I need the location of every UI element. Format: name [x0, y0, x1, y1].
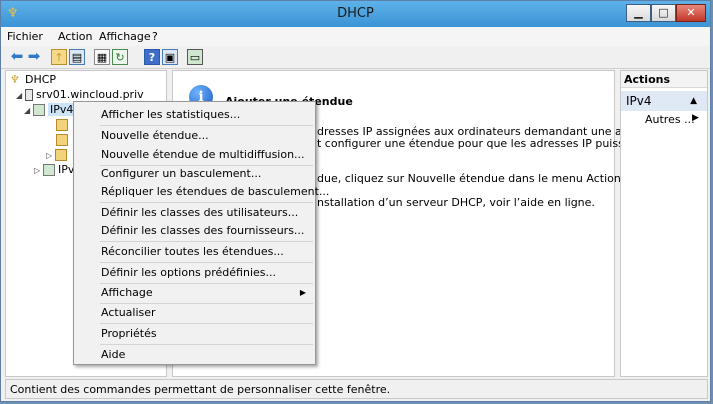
details-line: due, cliquez sur Nouvelle étendue dans l… [317, 172, 625, 185]
menu-bar: Fichier Action Affichage ? [1, 27, 710, 46]
expand-arrow-icon[interactable]: ▷ [34, 166, 43, 175]
menu-item-properties[interactable]: Propriétés [75, 324, 314, 343]
forward-icon[interactable]: ➡ [26, 49, 42, 65]
actions-more-link[interactable]: Autres ... [645, 113, 695, 126]
tree-node-ipv4[interactable]: ◢ IPv4 [24, 103, 76, 116]
status-text: Contient des commandes permettant de per… [10, 383, 391, 396]
actions-pane: Actions IPv4 ▲ Autres ... ▶ [620, 70, 708, 377]
menu-item-new-multicast-scope[interactable]: Nouvelle étendue de multidiffusion... [75, 145, 314, 164]
tree-node-child-2[interactable] [56, 133, 71, 146]
menu-item-vendor-classes[interactable]: Définir les classes des fournisseurs... [75, 221, 314, 240]
minimize-button[interactable]: ▁ [626, 4, 651, 22]
menu-item-predefined-options[interactable]: Définir les options prédéfinies... [75, 263, 314, 282]
status-bar: Contient des commandes permettant de per… [5, 379, 708, 399]
details-line: nstallation d’un serveur DHCP, voir l’ai… [317, 196, 595, 209]
view-icon[interactable]: ▣ [162, 49, 178, 65]
actions-header: Actions [621, 71, 707, 88]
menu-affichage[interactable]: Affichage [99, 30, 151, 43]
context-menu: Afficher les statistiques... Nouvelle ét… [73, 101, 329, 365]
dhcp-icon: ♆ [10, 73, 20, 86]
collapse-up-icon[interactable]: ▲ [690, 91, 697, 111]
help-icon[interactable]: ? [144, 49, 160, 65]
menu-fichier[interactable]: Fichier [7, 30, 43, 43]
menu-item-user-classes[interactable]: Définir les classes des utilisateurs... [75, 203, 314, 222]
submenu-arrow-icon: ▶ [692, 113, 699, 123]
folder-icon [55, 149, 67, 161]
ipv6-icon [43, 164, 55, 176]
folder-icon [56, 134, 68, 146]
server-icon [25, 89, 33, 101]
tree-node-server[interactable]: ◢ srv01.wincloud.priv [16, 88, 144, 101]
details-line: t configurer une étendue pour que les ad… [317, 137, 668, 150]
back-icon[interactable]: ⬅ [9, 49, 25, 65]
submenu-arrow-icon: ▶ [299, 288, 306, 297]
menu-item-statistics[interactable]: Afficher les statistiques... [75, 105, 314, 124]
menu-item-new-scope[interactable]: Nouvelle étendue... [75, 126, 314, 145]
menu-item-label: Affichage [101, 286, 153, 299]
tree-label: IPv4 [48, 103, 76, 116]
collapse-arrow-icon[interactable]: ◢ [16, 91, 25, 100]
tree-label: srv01.wincloud.priv [36, 88, 144, 101]
menu-help[interactable]: ? [152, 30, 158, 43]
folder-icon [56, 119, 68, 131]
expand-arrow-icon[interactable]: ▷ [46, 151, 55, 160]
actions-group-ipv4[interactable]: IPv4 ▲ [621, 91, 707, 111]
properties-icon[interactable]: ▦ [94, 49, 110, 65]
menu-item-configure-failover[interactable]: Configurer un basculement... [75, 164, 314, 183]
tree-label: DHCP [25, 73, 57, 86]
menu-action[interactable]: Action [58, 30, 92, 43]
toolbar: ⬅ ➡ ↑ ▤ ▦ ↻ ? ▣ ▭ [1, 46, 710, 69]
up-folder-icon[interactable]: ↑ [51, 49, 67, 65]
close-button[interactable]: ✕ [676, 4, 706, 22]
menu-item-replicate-failover[interactable]: Répliquer les étendues de basculement... [75, 182, 329, 201]
menu-item-view[interactable]: Affichage ▶ [75, 283, 314, 302]
menu-item-refresh[interactable]: Actualiser [75, 303, 314, 322]
window-title: DHCP [337, 6, 374, 21]
maximize-button[interactable]: □ [651, 4, 676, 22]
tree-node-child-1[interactable] [56, 118, 71, 131]
tree-node-dhcp[interactable]: ♆ DHCP [10, 73, 56, 86]
actions-group-label: IPv4 [626, 94, 652, 108]
menu-item-reconcile-scopes[interactable]: Réconcilier toutes les étendues... [75, 242, 314, 261]
tree-node-child-3[interactable]: ▷ [46, 148, 70, 161]
menu-item-help[interactable]: Aide [75, 345, 314, 364]
collapse-arrow-icon[interactable]: ◢ [24, 106, 33, 115]
refresh-icon[interactable]: ↻ [112, 49, 128, 65]
show-pane-icon[interactable]: ▤ [69, 49, 85, 65]
title-bar[interactable]: ♆ DHCP ▁ □ ✕ [1, 1, 710, 27]
ipv4-icon [33, 104, 45, 116]
monitor-icon[interactable]: ▭ [187, 49, 203, 65]
